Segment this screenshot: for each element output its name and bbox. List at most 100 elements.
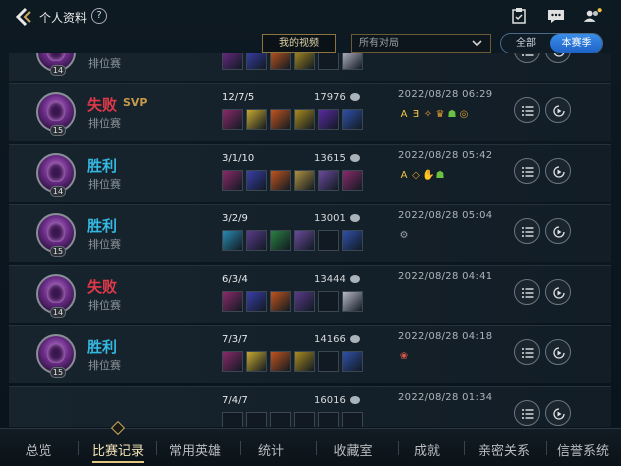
list-icon xyxy=(522,288,534,298)
chevron-down-icon xyxy=(472,40,482,47)
nav-tab[interactable]: 常用英雄 xyxy=(162,440,228,459)
replay-icon xyxy=(553,226,565,238)
match-date: 2022/08/28 01:34 xyxy=(398,392,493,403)
gold-amount: 14166 xyxy=(314,334,346,345)
gold-amount: 13615 xyxy=(314,153,346,164)
match-detail-button[interactable] xyxy=(514,158,540,184)
nav-divider xyxy=(78,441,79,455)
item-slot xyxy=(342,109,363,130)
item-slot-empty xyxy=(318,291,339,312)
match-detail-button[interactable] xyxy=(514,279,540,305)
coins-badge-icon: ◎ xyxy=(459,109,469,120)
friends-icon[interactable] xyxy=(583,6,603,26)
hero-portrait xyxy=(47,53,65,61)
my-videos-button[interactable]: 我的视频 xyxy=(262,34,336,53)
match-result: 胜利 xyxy=(87,217,118,235)
item-slot xyxy=(294,291,315,312)
match-row[interactable]: 15 胜利 排位赛 3/2/9 13001 2022/08/28 05:04 ⚙ xyxy=(9,204,611,262)
list-icon xyxy=(522,409,534,419)
gold-coin-icon xyxy=(350,93,360,101)
item-slot xyxy=(246,53,267,70)
replay-button[interactable] xyxy=(545,218,571,244)
active-tab-underline xyxy=(92,461,144,463)
kda: 3/1/10 xyxy=(222,153,255,164)
item-slot xyxy=(342,170,363,191)
back-arrow-icon[interactable] xyxy=(12,6,34,28)
item-slot-empty xyxy=(318,351,339,372)
item-slot xyxy=(246,230,267,251)
page-title: 个人资料 xyxy=(39,11,88,25)
toggle-all[interactable]: 全部 xyxy=(501,34,551,53)
toggle-current-season[interactable]: 本赛季 xyxy=(550,34,602,53)
item-slot xyxy=(294,351,315,372)
kda: 6/3/4 xyxy=(222,274,248,285)
match-detail-button[interactable] xyxy=(514,218,540,244)
match-detail-button[interactable] xyxy=(514,339,540,365)
hero-portrait xyxy=(47,343,65,363)
item-slot xyxy=(342,230,363,251)
chat-icon[interactable] xyxy=(546,6,566,26)
item-slot xyxy=(342,53,363,70)
match-filter-value: 所有对局 xyxy=(359,38,399,49)
nav-divider xyxy=(156,441,157,455)
item-slot-empty xyxy=(318,230,339,251)
A-badge-icon: A xyxy=(400,109,408,120)
nav-tab[interactable]: 信誉系统 xyxy=(552,440,614,459)
match-mode: 排位赛 xyxy=(88,117,121,130)
match-filter-select[interactable]: 所有对局 xyxy=(351,34,491,53)
item-slot xyxy=(222,53,243,70)
match-mode: 排位赛 xyxy=(88,299,121,312)
nav-tab[interactable]: 亲密关系 xyxy=(470,440,538,459)
item-slot-empty xyxy=(318,53,339,70)
list-icon xyxy=(522,348,534,358)
match-mode: 排位赛 xyxy=(88,238,121,251)
hero-portrait xyxy=(47,162,65,182)
match-date: 2022/08/28 04:41 xyxy=(398,271,493,282)
match-row[interactable]: 15 失败 SVP 排位赛 12/7/5 17976 2022/08/28 06:29 A Ǝ ✧… xyxy=(9,83,611,141)
item-slot xyxy=(270,109,291,130)
match-result: 失败 xyxy=(87,96,118,114)
kda: 7/4/7 xyxy=(222,395,248,406)
gear-badge-icon: ⚙ xyxy=(399,230,409,241)
replay-button[interactable] xyxy=(545,158,571,184)
gold-amount: 16016 xyxy=(314,395,346,406)
replay-button[interactable] xyxy=(545,279,571,305)
A-badge-icon: A xyxy=(400,170,408,181)
replay-button[interactable] xyxy=(545,339,571,365)
item-slot xyxy=(294,53,315,70)
match-row[interactable]: 14 胜利 排位赛 3/1/10 13615 2022/08/28 05:42 A ◇ ✋ ☗ xyxy=(9,144,611,202)
gold-coin-icon xyxy=(350,275,360,283)
match-date: 2022/08/28 06:29 xyxy=(398,89,493,100)
item-slot xyxy=(222,291,243,312)
help-icon[interactable]: ? xyxy=(91,8,107,24)
nav-tab[interactable]: 总览 xyxy=(12,440,65,459)
task-checklist-icon[interactable] xyxy=(509,6,529,26)
match-row[interactable]: 7/4/7 16016 2022/08/28 01:34 xyxy=(9,386,611,427)
nav-tab[interactable]: 成就 xyxy=(404,440,450,459)
item-slot xyxy=(318,170,339,191)
gold-amount: 13001 xyxy=(314,213,346,224)
match-detail-button[interactable] xyxy=(514,400,540,426)
list-icon xyxy=(522,54,534,56)
match-detail-button[interactable] xyxy=(514,53,540,63)
replay-icon xyxy=(553,408,565,420)
nav-tab[interactable]: 统计 xyxy=(246,440,296,459)
kda: 7/3/7 xyxy=(222,334,248,345)
match-detail-button[interactable] xyxy=(514,97,540,123)
nav-divider xyxy=(316,441,317,455)
match-mode: 排位赛 xyxy=(88,359,121,372)
nav-tab[interactable]: 收藏室 xyxy=(322,440,384,459)
replay-button[interactable] xyxy=(545,53,571,63)
gold-coin-icon xyxy=(350,214,360,222)
trophy-badge-icon: ✧ xyxy=(423,109,433,120)
hero-portrait xyxy=(47,222,65,242)
hero-level: 14 xyxy=(50,307,66,318)
nav-tab[interactable]: 比赛记录 xyxy=(84,440,152,459)
match-row[interactable]: 15 胜利 排位赛 7/3/7 14166 2022/08/28 04:18 ❀ xyxy=(9,325,611,383)
replay-button[interactable] xyxy=(545,400,571,426)
match-list[interactable]: 14失败SVP排位赛7/7/215286 15失败SVP排位赛12/7/5179… xyxy=(0,53,621,427)
match-mode: 排位赛 xyxy=(88,57,121,70)
match-row[interactable]: 14失败SVP排位赛7/7/215286 xyxy=(9,53,611,81)
replay-button[interactable] xyxy=(545,97,571,123)
match-row[interactable]: 14 失败 排位赛 6/3/4 13444 2022/08/28 04:41 xyxy=(9,265,611,323)
